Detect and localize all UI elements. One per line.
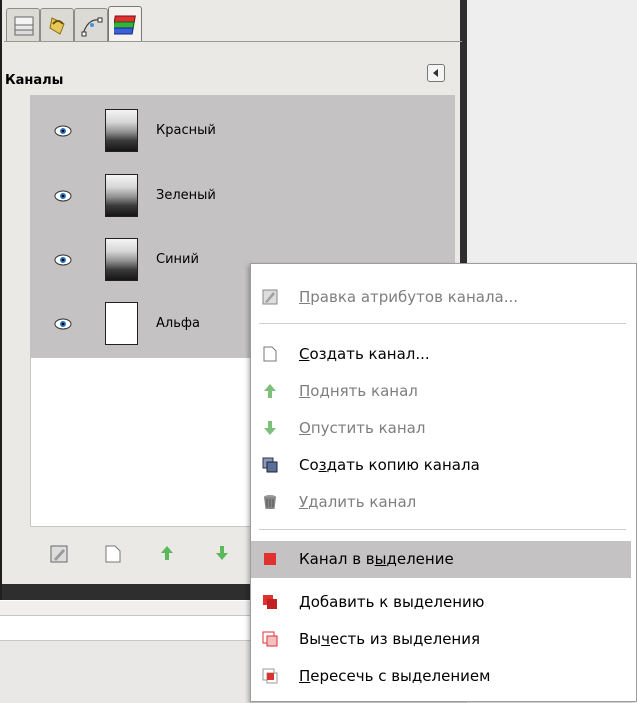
visibility-eye-icon[interactable] [54, 318, 72, 330]
menu-item-edit-attributes[interactable]: Правка атрибутов канала... [251, 279, 636, 316]
raise-icon [264, 384, 276, 398]
channel-thumbnail [105, 302, 138, 345]
menu-label: Пересечь с выделением [299, 667, 491, 685]
visibility-eye-icon[interactable] [54, 254, 72, 266]
undo-history-icon [49, 17, 65, 35]
menu-item-add-to-selection[interactable]: Добавить к выделению [251, 584, 636, 621]
lower-icon [264, 421, 276, 435]
menu-label: Создать копию канала [299, 456, 480, 474]
tab-layers[interactable] [6, 8, 40, 42]
menu-separator [259, 529, 626, 530]
duplicate-icon [262, 457, 278, 473]
channels-icon [114, 15, 136, 35]
channel-row-green[interactable]: Зеленый [30, 166, 455, 226]
paths-icon [81, 17, 103, 37]
menu-label: Поднять канал [299, 382, 418, 400]
channel-row-red[interactable]: Красный [30, 101, 455, 161]
tab-paths[interactable] [74, 8, 108, 42]
tab-undo-history[interactable] [40, 8, 74, 42]
menu-label: Опустить канал [299, 419, 426, 437]
edit-attributes-icon [262, 289, 278, 305]
channel-label: Альфа [156, 316, 200, 331]
menu-label: Добавить к выделению [299, 593, 485, 611]
channel-thumbnail [105, 238, 138, 281]
menu-label: Правка атрибутов канала... [299, 288, 519, 306]
raise-icon[interactable] [160, 545, 174, 561]
menu-label: Создать канал... [299, 345, 430, 363]
menu-item-channel-to-selection[interactable]: Канал в выделение [251, 541, 631, 578]
menu-item-intersect-selection[interactable]: Пересечь с выделением [251, 658, 636, 695]
menu-item-new-channel[interactable]: Создать канал... [251, 336, 636, 373]
subtract-selection-icon [262, 631, 278, 647]
tab-underline [4, 41, 462, 42]
menu-separator [259, 323, 626, 324]
channel-to-selection-icon [264, 553, 276, 565]
context-menu: Правка атрибутов канала... Создать канал… [250, 263, 637, 702]
image-canvas-area[interactable] [467, 0, 637, 263]
menu-item-duplicate-channel[interactable]: Создать копию канала [251, 447, 636, 484]
new-channel-icon [263, 346, 277, 362]
intersect-selection-icon [262, 668, 278, 684]
menu-label: Удалить канал [299, 493, 417, 511]
menu-item-subtract-from-selection[interactable]: Вычесть из выделения [251, 621, 636, 658]
menu-label: Канал в выделение [299, 550, 454, 568]
panel-menu-button[interactable] [427, 64, 445, 82]
tab-channels[interactable] [108, 6, 142, 42]
visibility-eye-icon[interactable] [54, 125, 72, 137]
layers-icon [14, 16, 34, 36]
channel-thumbnail [105, 174, 138, 217]
channel-label: Зеленый [156, 188, 216, 203]
channel-label: Красный [156, 123, 216, 138]
menu-item-raise-channel[interactable]: Поднять канал [251, 373, 636, 410]
menu-item-lower-channel[interactable]: Опустить канал [251, 410, 636, 447]
panel-title: Каналы [5, 73, 64, 88]
delete-icon [264, 495, 276, 509]
menu-label: Вычесть из выделения [299, 630, 481, 648]
channel-label: Синий [156, 252, 199, 267]
visibility-eye-icon[interactable] [54, 190, 72, 202]
menu-item-delete-channel[interactable]: Удалить канал [251, 484, 636, 521]
add-to-selection-icon [263, 595, 277, 609]
lower-icon[interactable] [215, 545, 229, 561]
new-channel-icon[interactable] [105, 545, 121, 563]
edit-attributes-icon[interactable] [50, 545, 68, 563]
channel-thumbnail [105, 109, 138, 152]
